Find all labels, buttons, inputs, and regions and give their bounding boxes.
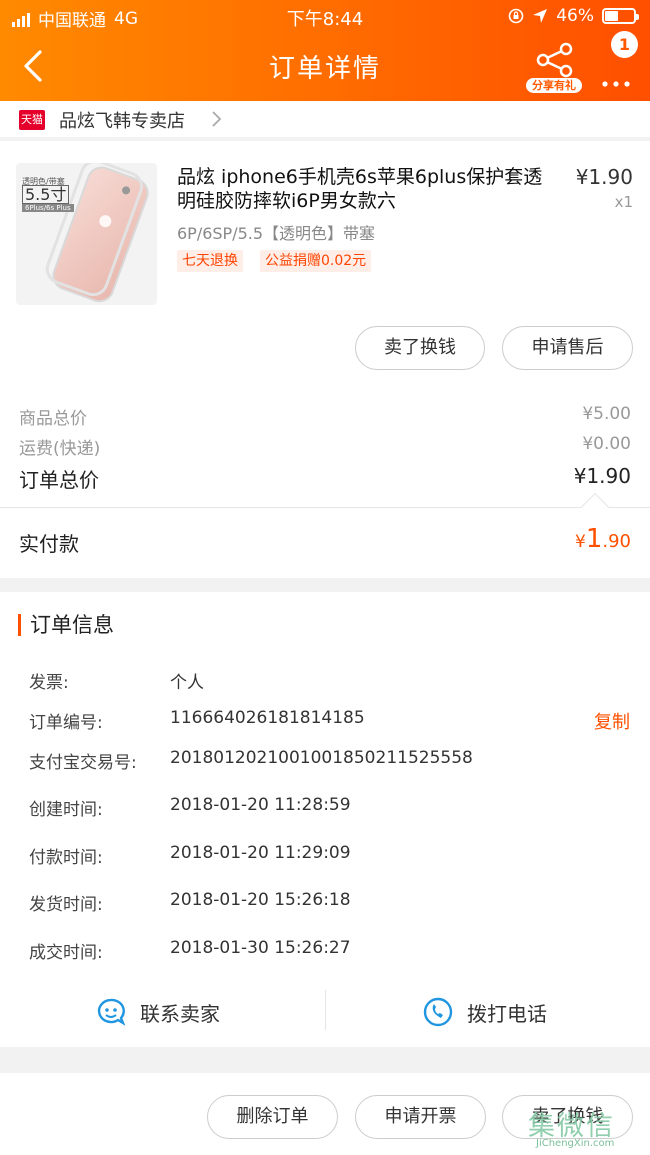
paid-currency: ¥ [574, 532, 586, 552]
watermark-url: JiChengXin.com [536, 1138, 615, 1149]
more-icon[interactable] [598, 54, 634, 90]
paid-decimal: .90 [602, 531, 631, 552]
order-number-label: 订单编号: [29, 713, 103, 733]
product-sku: 6P/6SP/5.5【透明色】带塞 [177, 224, 376, 243]
thumbnail-size: 5.5寸 [22, 185, 70, 204]
product-thumbnail[interactable]: 透明色/带塞 5.5寸 6Plus/6s Plus [16, 163, 157, 305]
store-row[interactable]: 天猫 品炫飞韩专卖店 [0, 101, 650, 137]
lock-rotation-icon [508, 8, 524, 24]
contact-divider [325, 990, 326, 1030]
contact-seller-button[interactable]: 联系卖家 [96, 987, 220, 1037]
paid-value: ¥1.90 [575, 524, 631, 554]
shipped-time-label: 发货时间: [29, 895, 103, 915]
shipping-label: 运费(快递) [19, 439, 101, 459]
order-info-heading: 订单信息 [18, 614, 114, 636]
phone-icon [423, 997, 453, 1027]
contact-seller-label: 联系卖家 [140, 1001, 220, 1026]
invoice-value: 个人 [170, 673, 204, 693]
order-total-value: ¥1.90 [573, 464, 631, 488]
item-price: ¥1.90 [575, 165, 633, 189]
copy-order-number-button[interactable]: 复制 [594, 708, 630, 734]
status-bar: 中国联通 4G 下午8:44 46% [0, 0, 650, 34]
paid-time-label: 付款时间: [29, 848, 103, 868]
order-info-panel: 订单信息 发票: 个人 订单编号: 116664026181814185 复制 支付… [0, 592, 650, 1047]
paid-label: 实付款 [19, 532, 79, 556]
order-number-value: 116664026181814185 [170, 708, 365, 728]
alipay-trade-value: 2018012021001001850211525558 [170, 748, 473, 768]
completed-time-label: 成交时间: [29, 943, 103, 963]
shipping-value: ¥0.00 [582, 434, 631, 454]
delete-order-button[interactable]: 删除订单 [207, 1095, 338, 1139]
product-title[interactable]: 品炫 iphone6手机壳6s苹果6plus保护套透明硅胶防摔软i6P男女款六 [177, 165, 557, 213]
notification-badge: 1 [611, 31, 638, 58]
header: 中国联通 4G 下午8:44 46% 订单详情 分享有礼 1 [0, 0, 650, 101]
tag-return-policy: 七天退换 [177, 250, 243, 272]
share-icon [536, 42, 573, 78]
completed-time-value: 2018-01-30 15:26:27 [170, 938, 351, 958]
nav-bar: 订单详情 分享有礼 [0, 34, 650, 101]
goods-total-label: 商品总价 [19, 409, 87, 429]
thumbnail-model: 6Plus/6s Plus [22, 204, 74, 212]
tmall-logo: 天猫 [19, 110, 45, 130]
paid-integer: 1 [585, 524, 603, 554]
store-name: 品炫飞韩专卖店 [59, 111, 185, 132]
shipped-time-value: 2018-01-20 15:26:18 [170, 890, 351, 910]
after-sales-button[interactable]: 申请售后 [502, 326, 633, 370]
goods-total-row: 商品总价 ¥5.00 [19, 404, 631, 429]
price-summary: 商品总价 ¥5.00 运费(快递) ¥0.00 订单总价 ¥1.90 [0, 376, 650, 507]
order-item: 透明色/带塞 5.5寸 6Plus/6s Plus 品炫 iphone6手机壳6… [0, 141, 650, 376]
chat-bubble-icon [97, 998, 126, 1026]
location-icon [533, 9, 548, 23]
share-label: 分享有礼 [526, 78, 582, 93]
battery-percent: 46% [556, 6, 594, 26]
created-time-value: 2018-01-20 11:28:59 [170, 795, 351, 815]
chevron-right-icon [212, 111, 222, 127]
sell-for-cash-button[interactable]: 卖了换钱 [355, 326, 485, 370]
tag-charity: 公益捐赠0.02元 [260, 250, 372, 272]
paid-time-value: 2018-01-20 11:29:09 [170, 843, 351, 863]
created-time-label: 创建时间: [29, 800, 103, 820]
order-total-row: 订单总价 ¥1.90 [19, 464, 631, 493]
shipping-row: 运费(快递) ¥0.00 [19, 434, 631, 459]
alipay-trade-label: 支付宝交易号: [29, 753, 137, 773]
call-phone-label: 拨打电话 [467, 1001, 547, 1026]
invoice-label: 发票: [29, 673, 69, 693]
order-total-label: 订单总价 [19, 468, 99, 492]
item-quantity: x1 [614, 193, 633, 211]
share-button[interactable]: 分享有礼 [526, 40, 582, 96]
goods-total-value: ¥5.00 [582, 404, 631, 424]
call-phone-button[interactable]: 拨打电话 [423, 987, 547, 1037]
paid-amount-row: 实付款 ¥1.90 [0, 507, 650, 578]
battery-icon [602, 8, 639, 24]
request-invoice-button[interactable]: 申请开票 [355, 1095, 486, 1139]
